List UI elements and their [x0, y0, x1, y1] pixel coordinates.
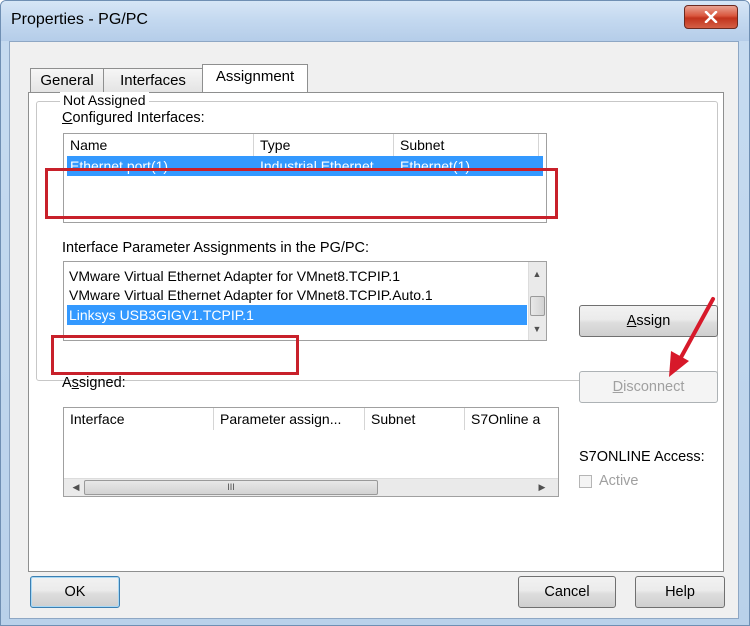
- scroll-left-icon[interactable]: ◀: [68, 480, 84, 494]
- param-list-scrollbar[interactable]: ▲ ▼: [528, 262, 546, 340]
- list-item[interactable]: VMware Virtual Ethernet Adapter for VMne…: [69, 266, 400, 286]
- column-header-parameter-assignment[interactable]: Parameter assign...: [214, 408, 365, 430]
- scroll-down-icon[interactable]: ▼: [529, 322, 545, 336]
- assigned-list[interactable]: Interface Parameter assign... Subnet S7O…: [63, 407, 559, 497]
- param-assignments-list[interactable]: VMware Virtual Ethernet Adapter for VMne…: [63, 261, 547, 341]
- highlight-box-selected-adapter: [51, 335, 299, 375]
- scroll-thumb[interactable]: [530, 296, 545, 316]
- list-item[interactable]: VMware Virtual Ethernet Adapter for VMne…: [69, 285, 433, 305]
- close-icon: [704, 11, 718, 23]
- scroll-right-icon[interactable]: ▶: [534, 480, 550, 494]
- window-title: Properties - PG/PC: [11, 11, 148, 28]
- column-header-subnet[interactable]: Subnet: [365, 408, 465, 430]
- scroll-grip-icon: III: [227, 482, 235, 492]
- list-item[interactable]: Linksys USB3GIGV1.TCPIP.1: [67, 305, 527, 325]
- column-header-s7online-access[interactable]: S7Online a: [465, 408, 558, 430]
- assignment-tab-panel: Not Assigned Configured Interfaces: Name…: [28, 92, 724, 572]
- assigned-label: Assigned:: [62, 375, 126, 391]
- help-button[interactable]: Help: [635, 576, 725, 608]
- s7online-access-label: S7ONLINE Access:: [579, 449, 705, 465]
- highlight-box-configured-row: [45, 168, 558, 219]
- scroll-thumb[interactable]: III: [84, 480, 378, 495]
- not-assigned-group-label: Not Assigned: [60, 92, 149, 108]
- scroll-up-icon[interactable]: ▲: [529, 267, 545, 281]
- tab-general[interactable]: General: [30, 68, 104, 92]
- title-bar[interactable]: Properties - PG/PC: [1, 1, 749, 41]
- active-checkbox[interactable]: [579, 475, 592, 488]
- column-header-name[interactable]: Name: [64, 134, 254, 156]
- dialog-client-area: General Interfaces Assignment Not Assign…: [9, 41, 739, 619]
- param-assignments-label: Interface Parameter Assignments in the P…: [62, 240, 370, 256]
- assigned-list-scrollbar[interactable]: ◀ III ▶: [64, 478, 558, 496]
- column-header-interface[interactable]: Interface: [64, 408, 214, 430]
- column-header-subnet[interactable]: Subnet: [394, 134, 539, 156]
- column-header-type[interactable]: Type: [254, 134, 394, 156]
- cancel-button[interactable]: Cancel: [518, 576, 616, 608]
- close-button[interactable]: [684, 5, 738, 29]
- active-checkbox-label: Active: [599, 473, 639, 489]
- annotation-arrow-icon: [669, 297, 715, 377]
- tab-interfaces[interactable]: Interfaces: [103, 68, 203, 92]
- tab-assignment[interactable]: Assignment: [202, 64, 308, 92]
- configured-interfaces-label: Configured Interfaces:: [62, 110, 205, 126]
- properties-dialog: Properties - PG/PC General Interfaces As…: [0, 0, 750, 626]
- ok-button[interactable]: OK: [30, 576, 120, 608]
